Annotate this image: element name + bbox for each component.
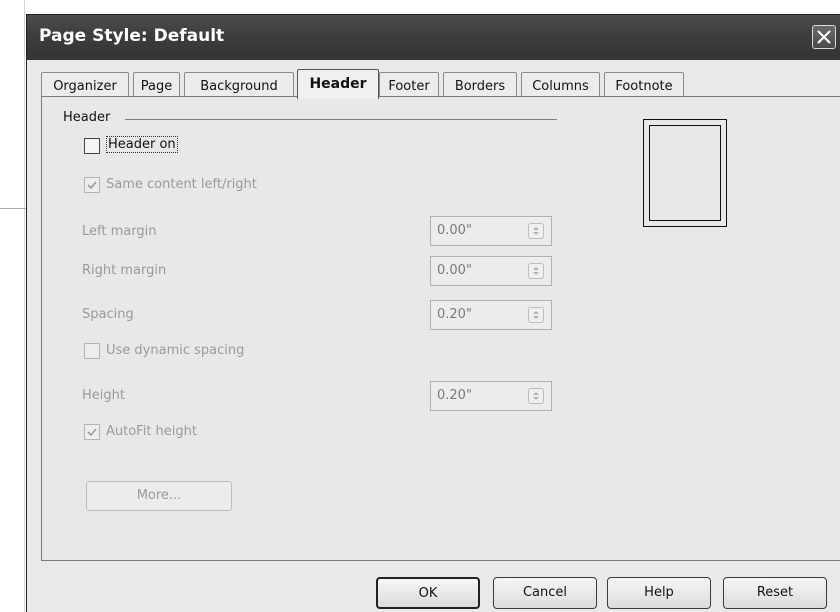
more-button[interactable]: More... <box>86 481 232 511</box>
spacing-label: Spacing <box>82 307 134 322</box>
tab-header[interactable]: Header <box>297 69 379 99</box>
background-edge <box>24 0 25 612</box>
spin-arrows-icon <box>533 267 539 275</box>
tab-columns[interactable]: Columns <box>521 72 600 98</box>
spacing-value: 0.20" <box>437 307 472 322</box>
tab-organizer[interactable]: Organizer <box>41 72 129 98</box>
header-on-label-wrap: Header on <box>106 136 178 153</box>
dynamic-spacing-label: Use dynamic spacing <box>106 343 245 358</box>
same-content-checkbox[interactable] <box>84 177 100 193</box>
autofit-height-checkbox[interactable] <box>84 424 100 440</box>
dynamic-spacing-checkbox[interactable] <box>84 343 100 359</box>
autofit-height-label: AutoFit height <box>106 424 197 439</box>
height-spin-arrows[interactable] <box>528 388 544 404</box>
right-margin-value: 0.00" <box>437 263 472 278</box>
left-margin-label: Left margin <box>82 224 157 239</box>
close-button[interactable] <box>812 25 836 49</box>
left-margin-spin-arrows[interactable] <box>528 223 544 239</box>
header-group-label: Header <box>63 110 111 125</box>
help-button[interactable]: Help <box>607 577 711 609</box>
header-tab-panel: Header Header on Same content left/right… <box>41 96 840 561</box>
left-margin-value: 0.00" <box>437 223 472 238</box>
checkmark-icon <box>87 181 97 190</box>
left-margin-field[interactable]: 0.00" <box>430 216 552 246</box>
spin-arrows-icon <box>533 392 539 400</box>
reset-button[interactable]: Reset <box>723 577 827 609</box>
spacing-spin-arrows[interactable] <box>528 307 544 323</box>
same-content-label: Same content left/right <box>106 177 257 192</box>
dialog-title: Page Style: Default <box>39 26 225 46</box>
header-on-checkbox[interactable] <box>84 138 100 154</box>
group-divider <box>125 119 557 120</box>
cancel-button[interactable]: Cancel <box>493 577 597 609</box>
tab-page[interactable]: Page <box>133 72 180 98</box>
height-field[interactable]: 0.20" <box>430 381 552 411</box>
right-margin-spin-arrows[interactable] <box>528 263 544 279</box>
tab-background[interactable]: Background <box>184 72 294 98</box>
spin-arrows-icon <box>533 311 539 319</box>
spin-arrows-icon <box>533 227 539 235</box>
height-value: 0.20" <box>437 388 472 403</box>
page-preview <box>643 119 727 227</box>
tab-footnote[interactable]: Footnote <box>604 72 684 98</box>
spacing-field[interactable]: 0.20" <box>430 300 552 330</box>
checkmark-icon <box>87 428 97 437</box>
close-icon <box>817 30 831 44</box>
page-style-dialog: Page Style: Default Organizer Page Backg… <box>26 14 840 612</box>
tab-borders[interactable]: Borders <box>443 72 517 98</box>
tab-footer[interactable]: Footer <box>379 72 439 98</box>
page-preview-inner <box>649 125 721 221</box>
header-on-label: Header on <box>106 136 178 153</box>
right-margin-field[interactable]: 0.00" <box>430 256 552 286</box>
height-label: Height <box>82 388 125 403</box>
right-margin-label: Right margin <box>82 263 167 278</box>
title-bar: Page Style: Default <box>27 15 840 60</box>
ok-button[interactable]: OK <box>376 577 480 609</box>
